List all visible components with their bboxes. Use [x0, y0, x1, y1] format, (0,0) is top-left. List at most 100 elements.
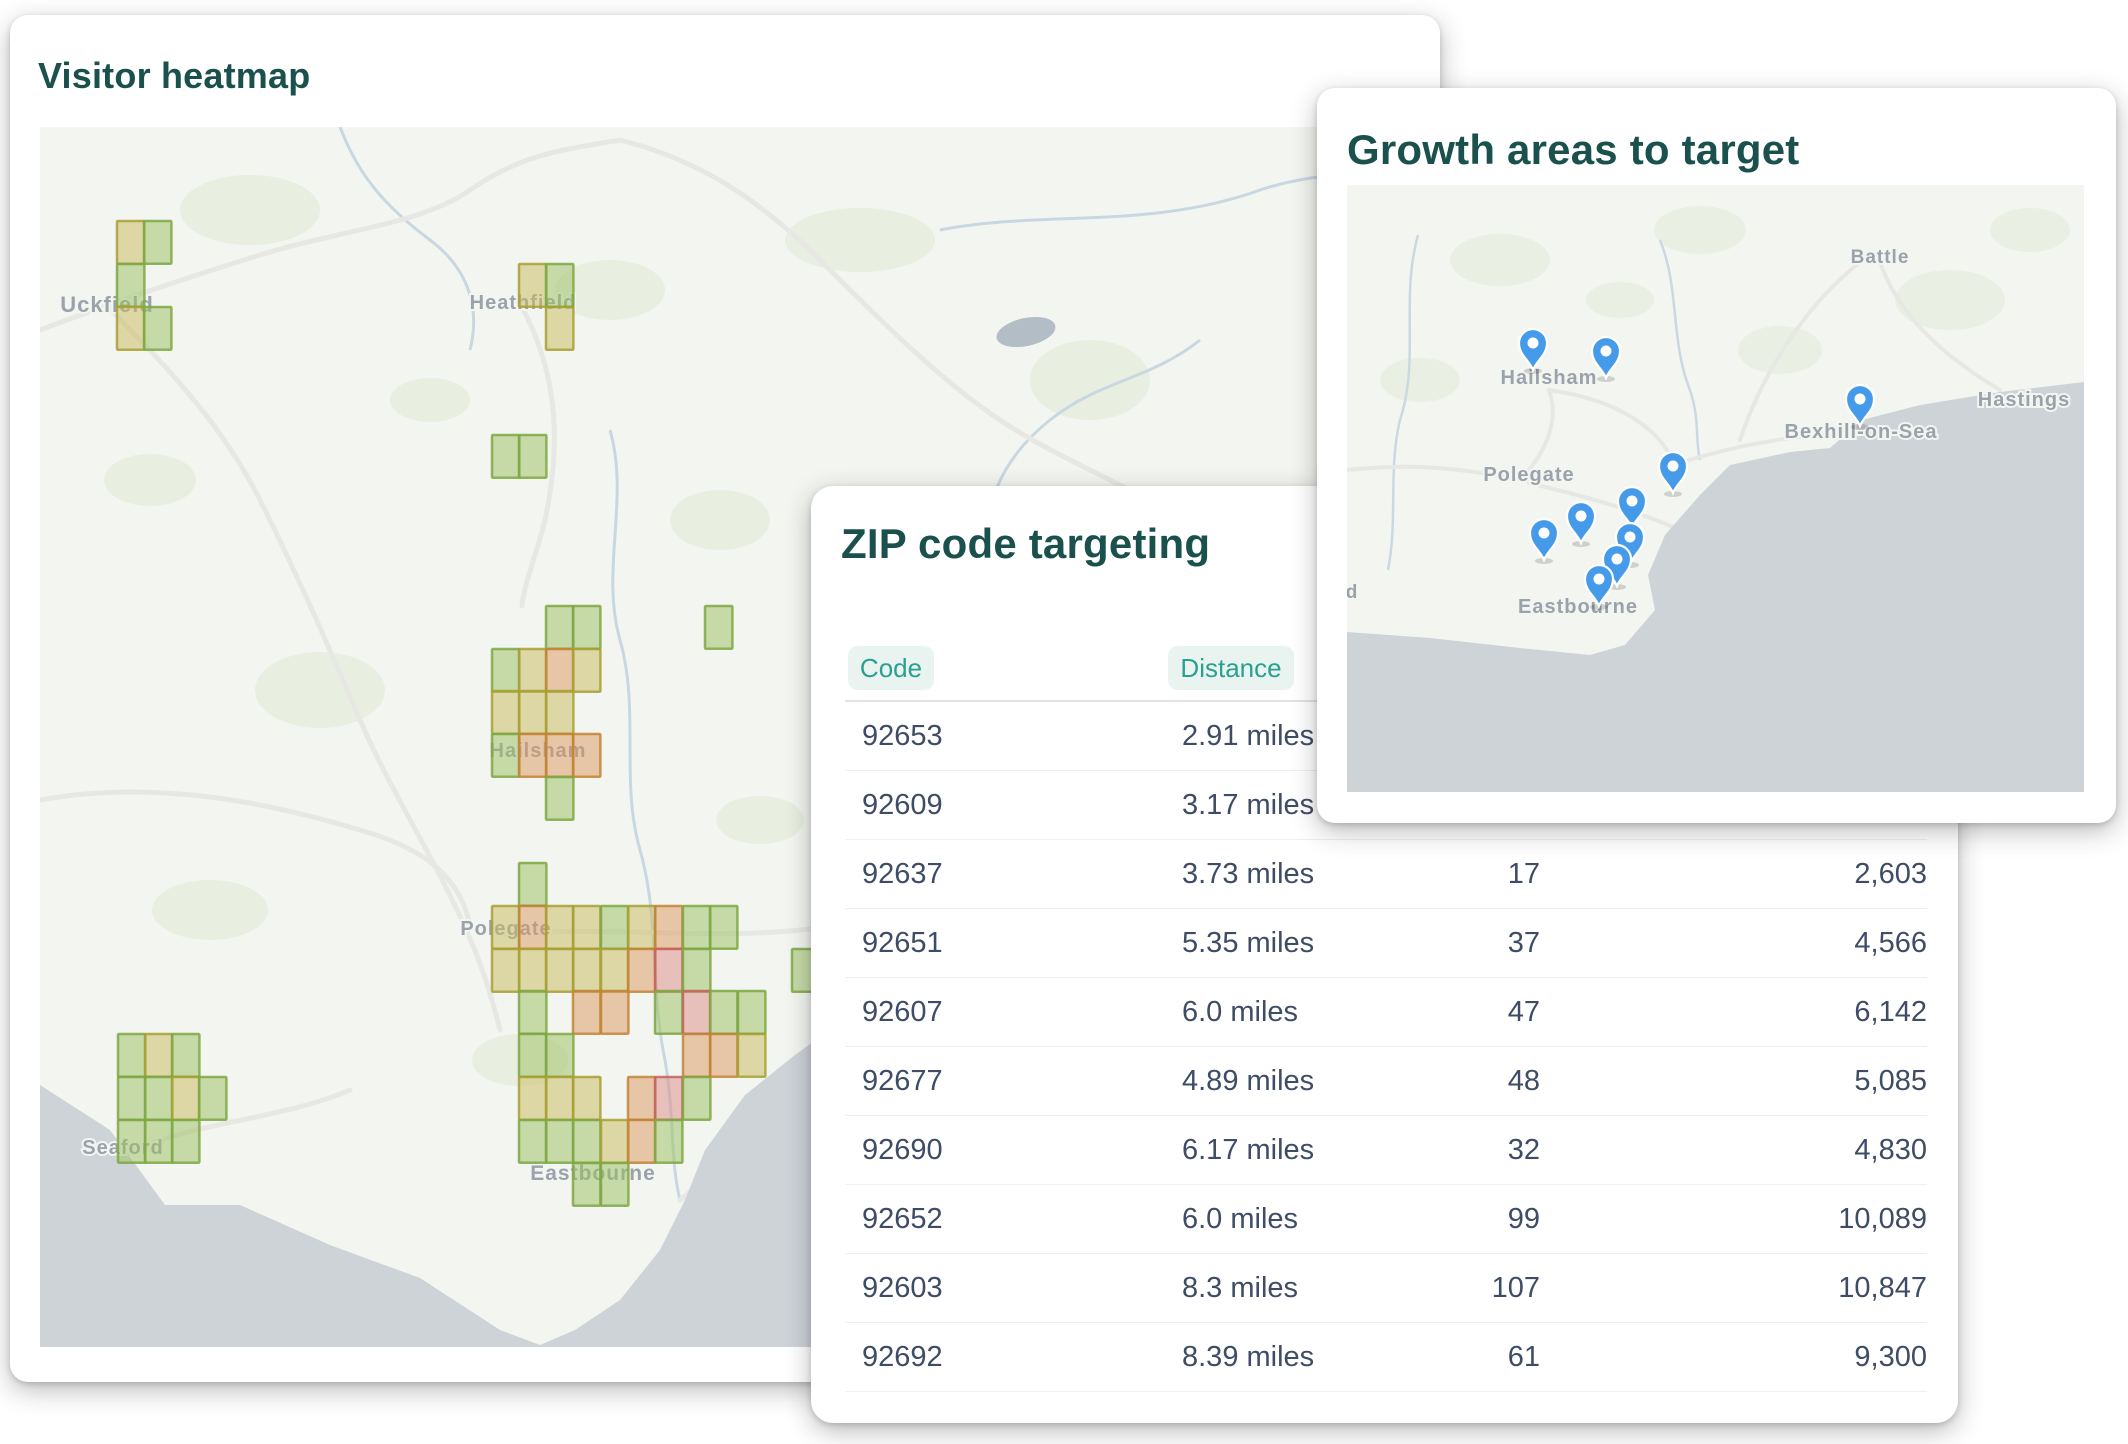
heatmap-cell[interactable] [519, 649, 546, 692]
table-row[interactable]: 926373.73 miles172,603 [845, 840, 1927, 909]
table-row[interactable]: 926774.89 miles485,085 [845, 1047, 1927, 1116]
heatmap-cell[interactable] [601, 1163, 628, 1206]
heatmap-cell[interactable] [492, 649, 519, 692]
table-row[interactable]: 926515.35 miles374,566 [845, 909, 1927, 978]
growth-areas-map[interactable]: HailshamPolegateEastbourneBattleHastings… [1347, 185, 2084, 792]
heatmap-cell[interactable] [546, 691, 573, 734]
heatmap-cell[interactable] [145, 1120, 172, 1163]
heatmap-cell[interactable] [117, 264, 144, 307]
growth-map-svg: HailshamPolegateEastbourneBattleHastings… [1347, 185, 2084, 792]
heatmap-cell[interactable] [519, 435, 546, 478]
table-row[interactable]: 926928.39 miles619,300 [845, 1323, 1927, 1392]
heatmap-cell[interactable] [683, 1034, 710, 1077]
heatmap-cell[interactable] [655, 906, 682, 949]
heatmap-cell[interactable] [546, 777, 573, 820]
heatmap-cell[interactable] [573, 991, 600, 1034]
table-row[interactable]: 926906.17 miles324,830 [845, 1116, 1927, 1185]
heatmap-cell[interactable] [683, 991, 710, 1034]
heatmap-cell[interactable] [546, 649, 573, 692]
heatmap-cell[interactable] [492, 906, 519, 949]
heatmap-cell[interactable] [546, 1077, 573, 1120]
heatmap-cell[interactable] [519, 863, 546, 906]
heatmap-cell[interactable] [118, 1077, 145, 1120]
heatmap-cell[interactable] [573, 606, 600, 649]
heatmap-cell[interactable] [628, 906, 655, 949]
heatmap-cell[interactable] [601, 906, 628, 949]
heatmap-cell[interactable] [172, 1077, 199, 1120]
heatmap-cell[interactable] [628, 949, 655, 992]
table-row[interactable]: 926038.3 miles10710,847 [845, 1254, 1927, 1323]
heatmap-cell[interactable] [601, 1120, 628, 1163]
heatmap-cell[interactable] [546, 734, 573, 777]
heatmap-cell[interactable] [710, 906, 737, 949]
heatmap-cell[interactable] [519, 691, 546, 734]
count-cell: 48 [1311, 1047, 1540, 1116]
heatmap-cell[interactable] [683, 949, 710, 992]
total-cell: 10,847 [1611, 1254, 1927, 1323]
table-row[interactable]: 926526.0 miles9910,089 [845, 1185, 1927, 1254]
heatmap-cell[interactable] [573, 734, 600, 777]
heatmap-cell[interactable] [738, 991, 765, 1034]
heatmap-cell[interactable] [546, 1120, 573, 1163]
heatmap-cell[interactable] [145, 1034, 172, 1077]
heatmap-cell[interactable] [145, 1077, 172, 1120]
heatmap-cell[interactable] [546, 949, 573, 992]
heatmap-cell[interactable] [655, 1120, 682, 1163]
heatmap-cell[interactable] [519, 906, 546, 949]
heatmap-cell[interactable] [519, 1120, 546, 1163]
heatmap-cell[interactable] [738, 1034, 765, 1077]
heatmap-cell[interactable] [655, 949, 682, 992]
count-cell: 17 [1311, 840, 1540, 909]
heatmap-cell[interactable] [710, 1034, 737, 1077]
heatmap-cell[interactable] [117, 221, 144, 264]
heatmap-cell[interactable] [492, 949, 519, 992]
count-cell: 61 [1311, 1323, 1540, 1392]
heatmap-cell[interactable] [546, 307, 573, 350]
heatmap-cell[interactable] [573, 1163, 600, 1206]
heatmap-cell[interactable] [492, 435, 519, 478]
heatmap-cell[interactable] [144, 221, 171, 264]
heatmap-cell[interactable] [519, 949, 546, 992]
heatmap-cell[interactable] [519, 991, 546, 1034]
heatmap-cell[interactable] [199, 1077, 226, 1120]
heatmap-cell[interactable] [546, 606, 573, 649]
heatmap-cell[interactable] [655, 1077, 682, 1120]
heatmap-cell[interactable] [710, 991, 737, 1034]
heatmap-cell[interactable] [118, 1120, 145, 1163]
heatmap-cell[interactable] [519, 264, 546, 307]
zip-targeting-title: ZIP code targeting [841, 520, 1210, 568]
heatmap-cell[interactable] [492, 734, 519, 777]
table-row[interactable]: 926076.0 miles476,142 [845, 978, 1927, 1047]
heatmap-cell[interactable] [519, 734, 546, 777]
heatmap-cell[interactable] [117, 307, 144, 350]
heatmap-cell[interactable] [573, 1077, 600, 1120]
distance-column-header[interactable]: Distance [1168, 646, 1294, 690]
heatmap-cell[interactable] [655, 991, 682, 1034]
heatmap-cell[interactable] [118, 1034, 145, 1077]
total-cell: 10,089 [1611, 1185, 1927, 1254]
heatmap-cell[interactable] [519, 1077, 546, 1120]
heatmap-cell[interactable] [573, 1120, 600, 1163]
heatmap-cell[interactable] [144, 307, 171, 350]
heatmap-cell[interactable] [172, 1120, 199, 1163]
count-cell: 99 [1311, 1185, 1540, 1254]
heatmap-cell[interactable] [683, 1077, 710, 1120]
heatmap-cell[interactable] [601, 991, 628, 1034]
zip-code-cell: 92692 [862, 1323, 943, 1392]
heatmap-cell[interactable] [519, 1034, 546, 1077]
heatmap-cell[interactable] [546, 1034, 573, 1077]
heatmap-cell[interactable] [172, 1034, 199, 1077]
heatmap-cell[interactable] [628, 1120, 655, 1163]
heatmap-cell[interactable] [546, 264, 573, 307]
heatmap-cell[interactable] [628, 1077, 655, 1120]
heatmap-cell[interactable] [573, 949, 600, 992]
heatmap-cell[interactable] [705, 606, 732, 649]
heatmap-cell[interactable] [573, 649, 600, 692]
heatmap-cell[interactable] [546, 906, 573, 949]
heatmap-cell[interactable] [683, 906, 710, 949]
distance-cell: 6.0 miles [1182, 978, 1298, 1047]
code-column-header[interactable]: Code [848, 646, 934, 690]
heatmap-cell[interactable] [573, 906, 600, 949]
heatmap-cell[interactable] [601, 949, 628, 992]
heatmap-cell[interactable] [492, 691, 519, 734]
